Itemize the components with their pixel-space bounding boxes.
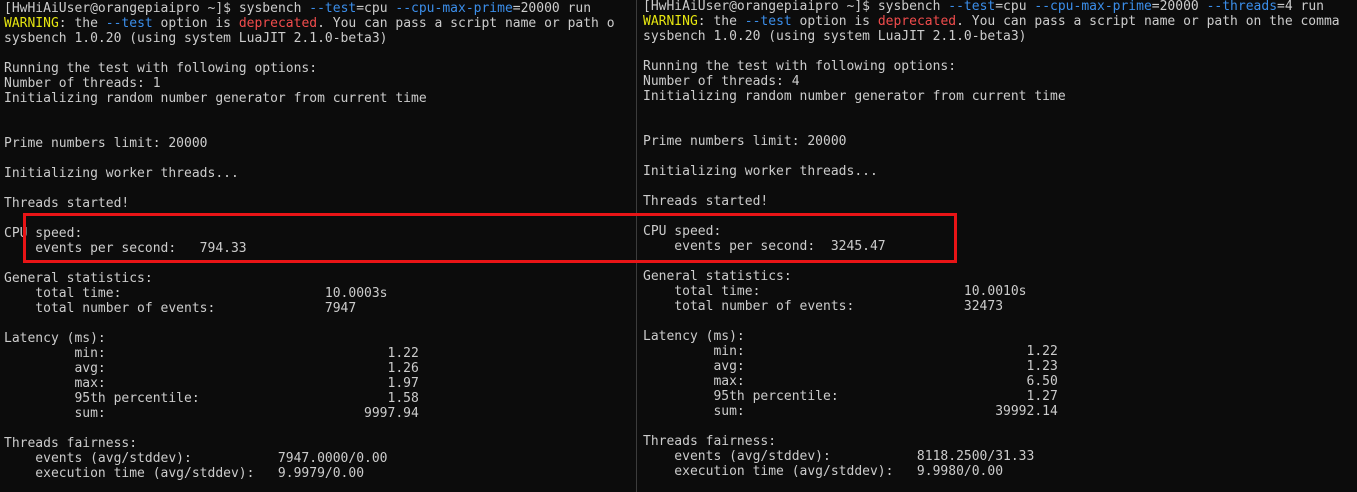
warning-deprecated: deprecated (877, 14, 957, 29)
threads-started-line: Threads started! (4, 196, 130, 211)
warning-text: option is (791, 14, 878, 29)
latency-p95-line: 95th percentile: 1.58 (4, 391, 419, 406)
events-stddev-line: events (avg/stddev): 7947.0000/0.00 (4, 451, 388, 466)
warning-test-option: --test (744, 14, 792, 29)
shell-prompt: [HwHiAiUser@orangepiaipro ~]$ (643, 0, 878, 14)
total-events-line: total number of events: 32473 (643, 299, 1004, 314)
warning-line: WARNING: the --test option is deprecated… (643, 14, 1340, 29)
init-workers-line: Initializing worker threads... (4, 166, 239, 181)
command-name: sysbench (238, 1, 310, 16)
latency-avg-line: avg: 1.26 (4, 361, 419, 376)
version-line: sysbench 1.0.20 (using system LuaJIT 2.1… (4, 31, 388, 46)
highlight-annotation-box (23, 213, 957, 263)
running-line: Running the test with following options: (643, 59, 957, 74)
latency-line: Latency (ms): (643, 329, 745, 344)
option-test: --test (309, 1, 357, 16)
threads-fairness-line: Threads fairness: (643, 434, 777, 449)
version-line: sysbench 1.0.20 (using system LuaJIT 2.1… (643, 29, 1027, 44)
threads-started-line: Threads started! (643, 194, 769, 209)
option-threads-value: =4 run (1277, 0, 1324, 14)
warning-text: : the (697, 14, 745, 29)
warning-line: WARNING: the --test option is deprecated… (4, 16, 615, 31)
threads-line: Number of threads: 4 (643, 74, 800, 89)
warning-text: option is (152, 16, 239, 31)
option-test-value: =cpu (356, 1, 396, 16)
exec-time-stddev-line: execution time (avg/stddev): 9.9979/0.00 (4, 466, 365, 481)
total-time-line: total time: 10.0010s (643, 284, 1027, 299)
latency-sum-line: sum: 39992.14 (643, 404, 1058, 419)
option-test-value: =cpu (995, 0, 1035, 14)
total-time-line: total time: 10.0003s (4, 286, 388, 301)
option-cpu-max-prime: --cpu-max-prime (1034, 0, 1152, 14)
shell-prompt: [HwHiAiUser@orangepiaipro ~]$ (4, 1, 239, 16)
command-name: sysbench (877, 0, 949, 14)
latency-line: Latency (ms): (4, 331, 106, 346)
warning-text: . You can pass a script name or path on … (956, 14, 1340, 29)
init-rng-line: Initializing random number generator fro… (643, 89, 1066, 104)
option-cpu-max-prime-value: =20000 (1151, 0, 1207, 14)
warning-test-option: --test (105, 16, 153, 31)
latency-p95-line: 95th percentile: 1.27 (643, 389, 1058, 404)
exec-time-stddev-line: execution time (avg/stddev): 9.9980/0.00 (643, 464, 1004, 479)
events-stddev-line: events (avg/stddev): 8118.2500/31.33 (643, 449, 1035, 464)
warning-text: . You can pass a script name or path o (317, 16, 615, 31)
option-cpu-max-prime-value: =20000 run (512, 1, 592, 16)
warning-text: : the (58, 16, 106, 31)
warning-deprecated: deprecated (238, 16, 318, 31)
latency-sum-line: sum: 9997.94 (4, 406, 419, 421)
command-line: [HwHiAiUser@orangepiaipro ~]$ sysbench -… (643, 0, 1324, 14)
latency-avg-line: avg: 1.23 (643, 359, 1058, 374)
total-events-line: total number of events: 7947 (4, 301, 357, 316)
prime-limit-line: Prime numbers limit: 20000 (4, 136, 208, 151)
latency-max-line: max: 1.97 (4, 376, 419, 391)
general-statistics-line: General statistics: (643, 269, 792, 284)
threads-fairness-line: Threads fairness: (4, 436, 138, 451)
option-test: --test (948, 0, 996, 14)
command-line: [HwHiAiUser@orangepiaipro ~]$ sysbench -… (4, 1, 591, 16)
latency-min-line: min: 1.22 (4, 346, 419, 361)
general-statistics-line: General statistics: (4, 271, 153, 286)
warning-label: WARNING (643, 14, 698, 29)
init-workers-line: Initializing worker threads... (643, 164, 878, 179)
prime-limit-line: Prime numbers limit: 20000 (643, 134, 847, 149)
warning-label: WARNING (4, 16, 59, 31)
threads-line: Number of threads: 1 (4, 76, 161, 91)
option-cpu-max-prime: --cpu-max-prime (395, 1, 513, 16)
option-threads: --threads (1206, 0, 1278, 14)
latency-max-line: max: 6.50 (643, 374, 1058, 389)
init-rng-line: Initializing random number generator fro… (4, 91, 427, 106)
running-line: Running the test with following options: (4, 61, 318, 76)
latency-min-line: min: 1.22 (643, 344, 1058, 359)
